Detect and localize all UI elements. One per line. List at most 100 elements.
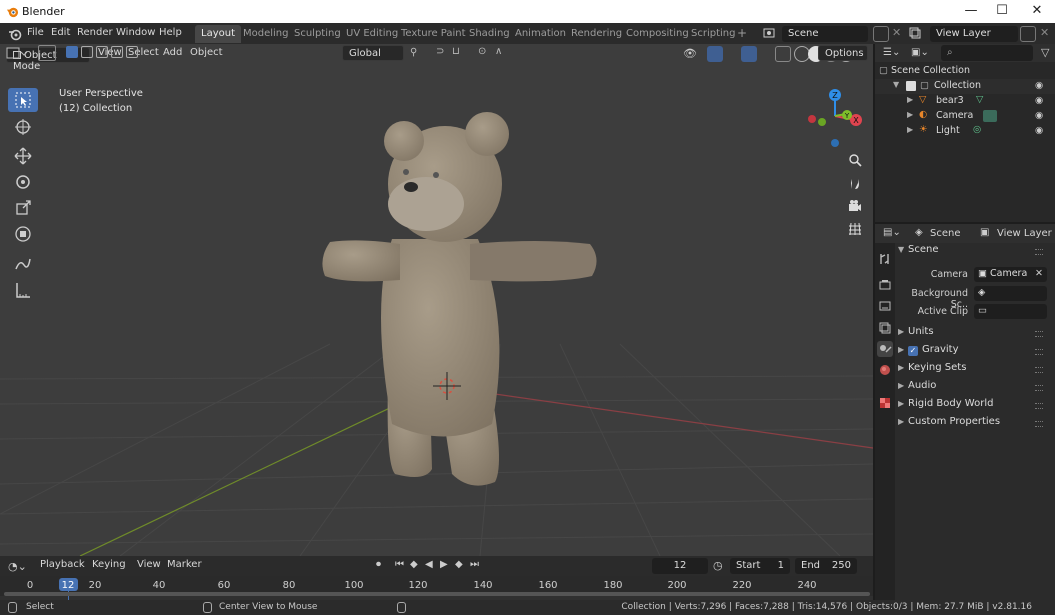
gravity-checkbox[interactable]: ✓	[908, 346, 918, 356]
tool-properties-icon[interactable]	[877, 251, 893, 267]
drag-grip-icon[interactable]	[1035, 421, 1043, 427]
gizmo-neg-x[interactable]	[808, 115, 816, 123]
overlays-toggle-icon[interactable]	[741, 46, 757, 62]
expand-arrow-icon[interactable]: ▶	[907, 110, 913, 119]
drag-grip-icon[interactable]	[1035, 403, 1043, 409]
eye-icon[interactable]: ◉	[1035, 80, 1043, 91]
intersect-selection-icon[interactable]	[126, 46, 138, 58]
menu-window[interactable]: Window	[116, 27, 155, 38]
active-clip-field[interactable]: ▭	[974, 304, 1047, 319]
auto-key-icon[interactable]: ⏺	[376, 559, 381, 570]
background-scene-field[interactable]: ◈	[974, 286, 1047, 301]
tab-layout[interactable]: Layout	[195, 25, 241, 43]
scene-section-header[interactable]: ▼ Scene	[898, 244, 1049, 260]
camera-property-field[interactable]: ▣ Camera ✕	[974, 267, 1047, 282]
units-section-header[interactable]: ▶ Units	[898, 326, 1049, 342]
end-frame-field[interactable]: End 250	[795, 558, 857, 574]
drag-grip-icon[interactable]	[1035, 367, 1043, 373]
falloff-icon[interactable]: ∧	[495, 46, 502, 57]
eye-icon[interactable]: ◉	[1035, 95, 1043, 106]
timeline-menu-keying[interactable]: Keying	[92, 559, 126, 570]
next-keyframe-icon[interactable]: ◆	[455, 559, 463, 570]
delete-scene-icon[interactable]: ✕	[892, 26, 901, 39]
viewport-menu-object[interactable]: Object	[190, 47, 223, 58]
play-reverse-icon[interactable]: ◀	[425, 559, 433, 570]
drag-grip-icon[interactable]	[1035, 331, 1043, 337]
annotate-tool[interactable]	[8, 252, 38, 276]
current-frame-field[interactable]: 12	[652, 558, 708, 574]
tab-texture-paint[interactable]: Texture Paint	[395, 25, 472, 43]
selection-mode-buttons[interactable]	[66, 46, 138, 60]
bear-mesh[interactable]	[322, 112, 597, 486]
snap-target-icon[interactable]: ⊔	[452, 46, 460, 57]
timeline-menu-view[interactable]: View	[137, 559, 161, 570]
options-dropdown[interactable]: Options	[818, 45, 868, 61]
prev-keyframe-icon[interactable]: ◆	[410, 559, 418, 570]
timeline-menu-playback[interactable]: Playback	[40, 559, 85, 570]
keying-sets-section-header[interactable]: ▶ Keying Sets	[898, 362, 1049, 378]
jump-end-icon[interactable]: ⏭	[470, 559, 479, 570]
transform-tool[interactable]	[8, 222, 38, 246]
header-view-layer-label[interactable]: View Layer	[997, 228, 1052, 239]
menu-help[interactable]: Help	[159, 27, 182, 38]
tab-shading[interactable]: Shading	[463, 25, 516, 43]
select-box-tool[interactable]	[8, 88, 38, 112]
gizmo-toggle-icon[interactable]	[707, 46, 723, 62]
view-layer-field[interactable]: View Layer	[930, 26, 1018, 42]
menu-file[interactable]: File	[27, 27, 44, 38]
timeline-menu-marker[interactable]: Marker	[167, 559, 202, 570]
outliner-editor-type-icon[interactable]: ☰⌄	[883, 47, 900, 58]
set-selection-icon[interactable]	[66, 46, 78, 58]
add-workspace-button[interactable]: +	[731, 23, 753, 41]
jump-start-icon[interactable]: ⏮	[395, 559, 404, 570]
expand-arrow-icon[interactable]: ▶	[907, 95, 913, 104]
clock-icon[interactable]: ◷	[713, 559, 723, 572]
transform-orientation-dropdown[interactable]: Global	[342, 45, 404, 61]
navigation-gizmo[interactable]: Z X Y	[800, 86, 870, 152]
delete-view-layer-icon[interactable]: ✕	[1040, 26, 1049, 39]
expand-arrow-icon[interactable]: ▶	[907, 125, 913, 134]
select-mode-icon[interactable]	[38, 45, 56, 61]
invert-selection-icon[interactable]	[111, 46, 123, 58]
play-icon[interactable]: ▶	[440, 559, 448, 570]
drag-grip-icon[interactable]	[1035, 249, 1043, 255]
scene-field[interactable]: Scene	[782, 26, 868, 42]
filter-icon[interactable]: ▽	[1041, 46, 1049, 59]
tab-animation[interactable]: Animation	[509, 25, 572, 43]
outliner-row-scene-collection[interactable]: ▢ Scene Collection	[875, 64, 1055, 79]
viewport-menu-add[interactable]: Add	[163, 47, 182, 58]
tab-sculpting[interactable]: Sculpting	[288, 25, 347, 43]
visibility-eye-icon[interactable]: 👁	[683, 47, 697, 60]
subtract-selection-icon[interactable]	[96, 46, 108, 58]
timeline-editor-type-icon[interactable]: ◔⌄	[8, 560, 27, 573]
measure-tool[interactable]	[8, 278, 38, 302]
rotate-tool[interactable]	[8, 170, 38, 194]
display-mode-icon[interactable]: ▣⌄	[911, 47, 929, 58]
rigid-body-world-section-header[interactable]: ▶ Rigid Body World	[898, 398, 1049, 414]
header-scene-label[interactable]: Scene	[930, 228, 961, 239]
blender-menu-icon[interactable]	[8, 27, 22, 41]
gravity-section-header[interactable]: ▶ ✓ Gravity	[898, 344, 1049, 360]
proportional-edit-icon[interactable]: ⊙	[478, 46, 486, 57]
view-layer-icon[interactable]	[908, 26, 922, 40]
close-window-button[interactable]: ✕	[1022, 3, 1052, 18]
grid-icon[interactable]	[844, 218, 866, 240]
outliner-row-light[interactable]: ▶ ☀ Light ◎ ◉	[875, 124, 1055, 139]
world-properties-icon[interactable]	[877, 362, 893, 378]
pivot-point-icon[interactable]: ⚲	[410, 47, 417, 58]
custom-properties-section-header[interactable]: ▶ Custom Properties	[898, 416, 1049, 432]
maximize-button[interactable]: ☐	[987, 3, 1017, 18]
outliner-row-camera[interactable]: ▶ ◐ Camera ◉	[875, 109, 1055, 124]
gizmo-neg-z[interactable]	[831, 139, 839, 147]
snap-icon[interactable]: ⊃	[436, 46, 444, 57]
cursor-tool[interactable]	[8, 115, 38, 139]
drag-grip-icon[interactable]	[1035, 349, 1043, 355]
camera-view-icon[interactable]	[844, 195, 866, 217]
tab-compositing[interactable]: Compositing	[620, 25, 695, 43]
xray-toggle-icon[interactable]	[775, 46, 791, 62]
start-frame-field[interactable]: Start 1	[730, 558, 790, 574]
outliner-search-input[interactable]: ⌕	[941, 45, 1033, 61]
texture-properties-icon[interactable]	[877, 395, 893, 411]
properties-editor-type-icon[interactable]: ▤⌄	[883, 227, 901, 238]
new-view-layer-icon[interactable]	[1020, 26, 1036, 42]
